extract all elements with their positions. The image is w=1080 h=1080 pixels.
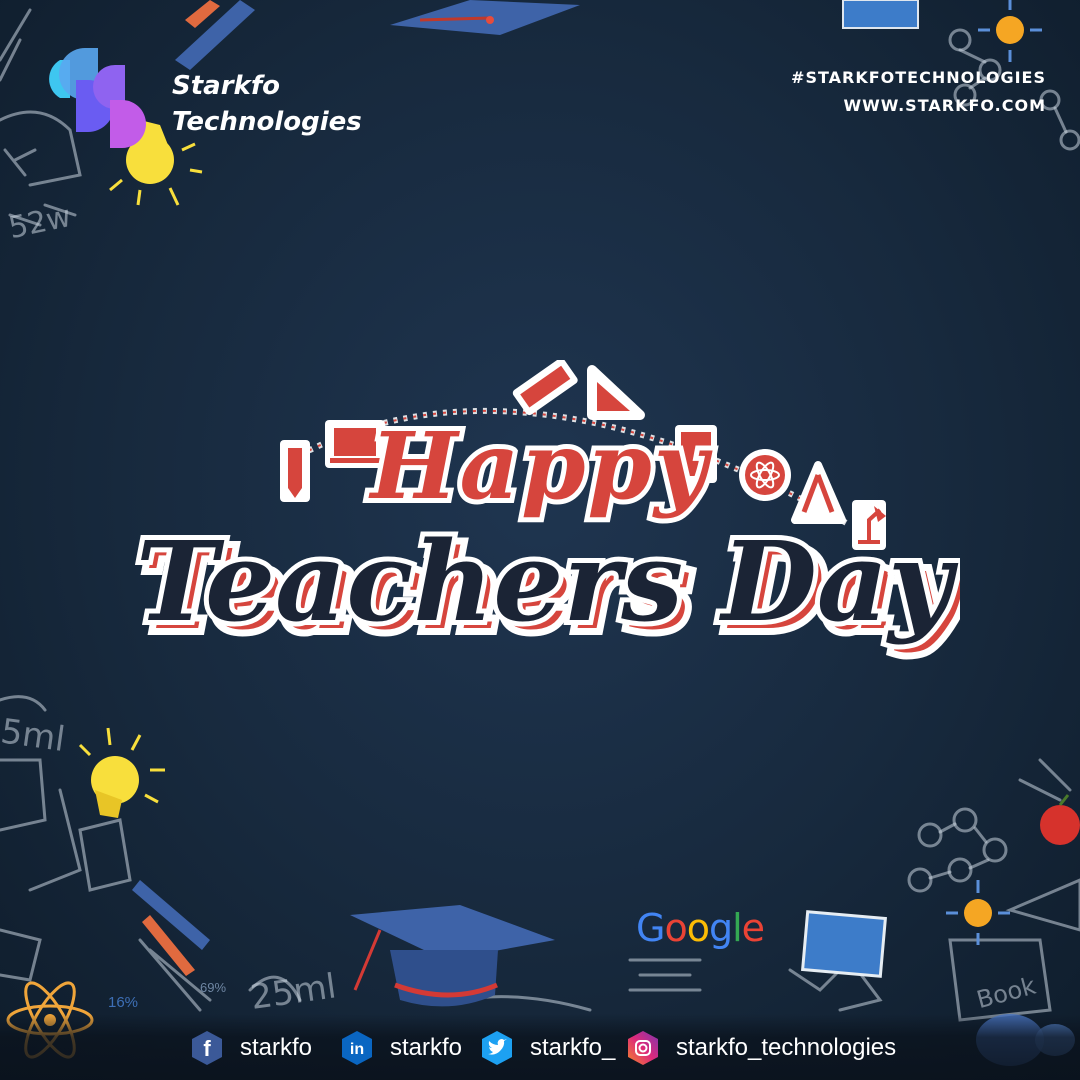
headline-graphic: Happy Teachers Day Teachers Day [131, 360, 960, 661]
atom-icon [739, 449, 791, 501]
twitter-icon [478, 1029, 516, 1067]
website-link[interactable]: WWW.STARKFO.COM [843, 96, 1046, 115]
google-letter: e [741, 906, 765, 950]
social-label-twitter: starkfo_ [530, 1034, 616, 1061]
svg-text:5ml: 5ml [0, 711, 67, 760]
percent-label-mid: 69% [200, 980, 227, 995]
social-label-linkedin: starkfo [390, 1034, 463, 1061]
google-letter: G [636, 906, 665, 950]
percent-label-left: 16% [108, 994, 139, 1011]
google-logo: Google [636, 906, 765, 950]
google-letter: g [708, 906, 733, 950]
brand-name: Starkfo Technologies [172, 68, 362, 140]
social-instagram[interactable]: starkfo_technologies [624, 1028, 896, 1068]
svg-text:in: in [350, 1041, 364, 1058]
linkedin-icon: in [338, 1029, 376, 1067]
social-facebook[interactable]: f starkfo [188, 1028, 312, 1068]
google-letter: o [664, 906, 687, 950]
google-letter: o [686, 906, 710, 950]
headline-teachers-day: Teachers Day [136, 517, 959, 646]
poster-canvas: 52w 5ml 25ml Book 16% 69% Starkfo Techno… [0, 0, 1080, 1080]
brand-name-line2: Technologies [172, 107, 362, 137]
pencil-icon [280, 440, 310, 502]
svg-text:f: f [203, 1036, 211, 1061]
headline-happy: Happy [368, 412, 713, 520]
instagram-icon [624, 1029, 662, 1067]
hashtag-text: #STARKFOTECHNOLOGIES [791, 68, 1046, 87]
svg-text:25ml: 25ml [248, 966, 339, 1018]
social-label-instagram: starkfo_technologies [676, 1034, 897, 1061]
social-twitter[interactable]: starkfo_ [478, 1028, 615, 1068]
google-letter: l [732, 906, 743, 950]
set-square-icon [587, 365, 645, 420]
social-label-facebook: starkfo [240, 1034, 313, 1061]
social-linkedin[interactable]: in starkfo [338, 1028, 462, 1068]
facebook-icon: f [188, 1029, 226, 1067]
ruler-icon [512, 360, 578, 416]
brand-name-line1: Starkfo [172, 71, 280, 101]
svg-text:Book: Book [974, 972, 1039, 1015]
compass-icon [791, 461, 846, 524]
